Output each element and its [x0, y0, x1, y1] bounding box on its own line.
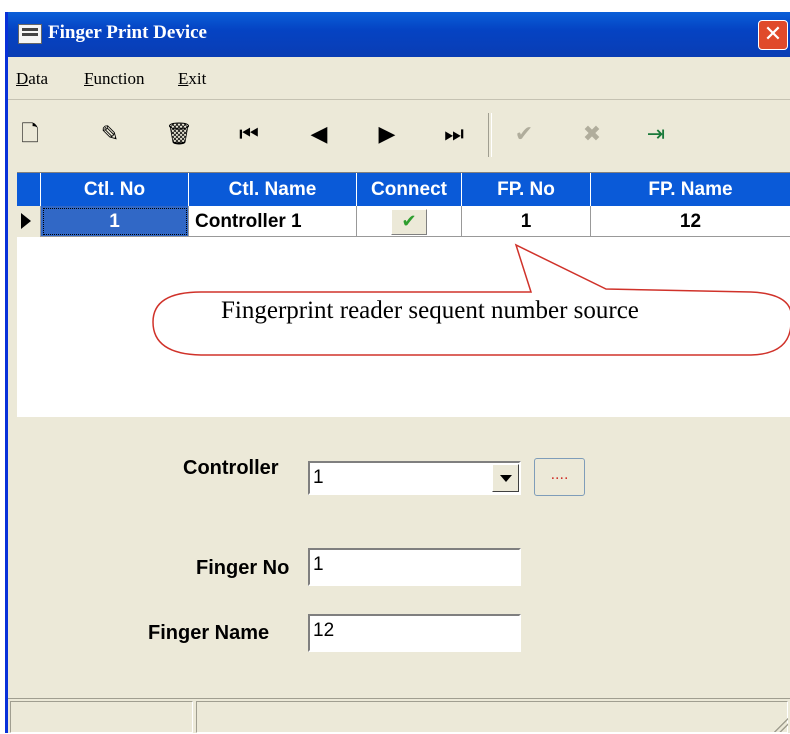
finger-name-input[interactable]: 12: [308, 614, 521, 652]
first-icon[interactable]: ⏮: [233, 119, 265, 151]
cancel-icon[interactable]: ✖: [576, 119, 608, 151]
new-icon[interactable]: 🗋: [14, 119, 46, 151]
header-fp-no[interactable]: FP. No: [462, 173, 591, 206]
status-panel-1: [10, 701, 193, 733]
finger-no-label: Finger No: [196, 557, 290, 579]
cell-ctl-no[interactable]: 1: [41, 206, 189, 237]
check-icon: ✔: [391, 209, 427, 235]
finger-no-input[interactable]: 1: [308, 548, 521, 586]
header-ctl-no[interactable]: Ctl. No: [41, 173, 189, 206]
delete-icon[interactable]: 🗑: [163, 119, 195, 151]
header-connect[interactable]: Connect: [357, 173, 462, 206]
prior-icon[interactable]: ◀: [303, 119, 335, 151]
exit-icon[interactable]: ⇥: [640, 119, 672, 151]
menu-exit[interactable]: Exit: [178, 69, 206, 89]
post-icon[interactable]: ✔: [508, 119, 540, 151]
browse-button[interactable]: ....: [534, 458, 585, 496]
cell-connect[interactable]: ✔: [357, 206, 462, 237]
row-indicator-icon: [17, 206, 41, 237]
header-ctl-name[interactable]: Ctl. Name: [189, 173, 357, 206]
main-window: Finger Print Device ✕ Data Function Exit…: [5, 12, 790, 733]
next-icon[interactable]: ▶: [371, 119, 403, 151]
grid-indicator-header: [17, 173, 41, 206]
navigator-toolbar: 🗋 ✎ 🗑 ⏮ ◀ ▶ ⏭ ✔ ✖ ⇥: [8, 101, 790, 169]
window-title: Finger Print Device: [48, 22, 207, 43]
finger-name-label: Finger Name: [148, 622, 270, 644]
controller-combobox[interactable]: 1: [308, 461, 521, 495]
title-bar[interactable]: Finger Print Device ✕: [8, 12, 790, 57]
menu-data[interactable]: Data: [16, 69, 48, 89]
edit-icon[interactable]: ✎: [94, 119, 126, 151]
menu-bar: Data Function Exit: [8, 59, 790, 100]
menu-function[interactable]: Function: [84, 69, 144, 89]
controller-label: Controller: [183, 457, 279, 479]
header-fp-name[interactable]: FP. Name: [591, 173, 790, 206]
cell-fp-name[interactable]: 12: [591, 206, 790, 237]
status-panel-2: [196, 701, 788, 733]
app-icon: [18, 24, 42, 44]
last-icon[interactable]: ⏭: [438, 119, 470, 151]
chevron-down-icon[interactable]: [492, 464, 519, 492]
cell-ctl-name[interactable]: Controller 1: [189, 206, 357, 237]
status-bar: [8, 698, 790, 734]
callout-text: Fingerprint reader sequent number source: [221, 297, 639, 324]
cell-fp-no[interactable]: 1: [462, 206, 591, 237]
resize-grip-icon[interactable]: [772, 716, 788, 732]
close-button[interactable]: ✕: [758, 20, 788, 50]
toolbar-separator: [488, 113, 492, 157]
